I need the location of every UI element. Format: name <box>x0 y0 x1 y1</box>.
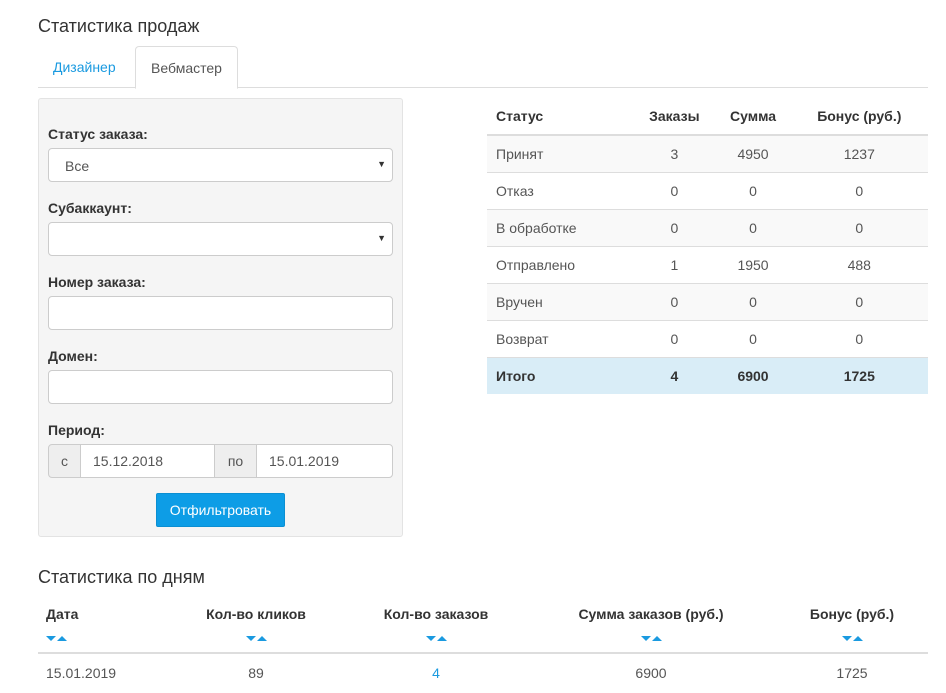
status-label: Статус заказа: <box>48 126 148 142</box>
subaccount-select[interactable]: ▼ <box>48 222 393 256</box>
table-header-row: Дата Кол-во кликов Кол-во заказов Сумма … <box>38 597 928 654</box>
days-section-title: Статистика по дням <box>38 567 205 587</box>
table-row: Отправлено 1 1950 488 <box>487 245 928 283</box>
sort-icon[interactable] <box>526 628 776 641</box>
bonus-cell: 488 <box>790 245 928 283</box>
total-orders: 4 <box>633 356 716 394</box>
status-cell: Возврат <box>487 319 634 357</box>
total-sum: 6900 <box>715 356 791 394</box>
bonus-cell: 0 <box>790 208 928 246</box>
period-label: Период: <box>48 422 105 438</box>
period-group: с 15.12.2018 по 15.01.2019 <box>48 444 393 478</box>
period-from-input[interactable]: 15.12.2018 <box>80 444 215 478</box>
orders-cell: 4 <box>346 653 526 691</box>
sort-icon[interactable] <box>776 628 928 641</box>
tab-designer[interactable]: Дизайнер <box>38 46 131 88</box>
status-cell: Отказ <box>487 171 634 209</box>
column-header-label: Бонус (руб.) <box>809 606 895 622</box>
period-to-input[interactable]: 15.01.2019 <box>256 444 393 478</box>
period-from-addon: с <box>48 444 81 478</box>
period-to-addon: по <box>214 444 257 478</box>
bonus-cell: 1237 <box>790 134 928 172</box>
bonus-cell: 0 <box>790 319 928 357</box>
column-header: Статус <box>487 98 634 136</box>
daily-stats-table: Дата Кол-во кликов Кол-во заказов Сумма … <box>38 597 928 691</box>
orders-cell: 0 <box>633 208 716 246</box>
filter-button[interactable]: Отфильтровать <box>156 493 285 527</box>
clicks-cell: 89 <box>248 664 264 681</box>
filter-panel: Статус заказа: Все ▼ Субаккаунт: ▼ Номер… <box>38 98 403 537</box>
bonus-cell: 0 <box>790 282 928 320</box>
sort-icon[interactable] <box>166 628 346 641</box>
sum-cell: 0 <box>715 171 791 209</box>
sum-cell: 0 <box>715 282 791 320</box>
orders-cell: 1 <box>633 245 716 283</box>
order-number-input[interactable] <box>48 296 393 330</box>
column-header: Сумма <box>715 98 791 136</box>
orders-cell: 0 <box>633 171 716 209</box>
subaccount-label: Субаккаунт: <box>48 200 132 216</box>
orders-cell: 3 <box>633 134 716 172</box>
status-cell: Отправлено <box>487 245 634 283</box>
total-label: Итого <box>487 356 634 394</box>
column-header-orders[interactable]: Кол-во заказов <box>346 597 526 654</box>
column-header-label: Дата <box>46 606 79 622</box>
sort-icon[interactable] <box>46 628 166 641</box>
status-cell: Вручен <box>487 282 634 320</box>
sum-cell: 0 <box>715 319 791 357</box>
column-header: Заказы <box>633 98 716 136</box>
total-bonus: 1725 <box>790 356 928 394</box>
table-row: Вручен 0 0 0 <box>487 282 928 320</box>
tab-webmaster[interactable]: Вебмастер <box>135 46 238 89</box>
column-header-order-sum[interactable]: Сумма заказов (руб.) <box>526 597 776 654</box>
chevron-down-icon: ▼ <box>377 233 386 243</box>
domain-input[interactable] <box>48 370 393 404</box>
column-header-label: Сумма заказов (руб.) <box>578 606 724 622</box>
table-row: Принят 3 4950 1237 <box>487 134 928 172</box>
table-row: 15.01.2019 89 4 6900 1725 <box>38 653 928 691</box>
orders-link[interactable]: 4 <box>432 665 440 681</box>
total-row: Итого 4 6900 1725 <box>487 356 928 394</box>
sum-cell: 4950 <box>715 134 791 172</box>
column-header-clicks[interactable]: Кол-во кликов <box>166 597 346 654</box>
page-title: Статистика продаж <box>38 16 200 36</box>
chevron-down-icon: ▼ <box>377 159 386 169</box>
bonus-cell: 0 <box>790 171 928 209</box>
status-select[interactable]: Все ▼ <box>48 148 393 182</box>
order-number-label: Номер заказа: <box>48 274 146 290</box>
table-row: В обработке 0 0 0 <box>487 208 928 246</box>
orders-cell: 0 <box>633 319 716 357</box>
status-cell: Принят <box>487 134 634 172</box>
status-cell: В обработке <box>487 208 634 246</box>
date-cell: 15.01.2019 <box>46 664 117 681</box>
table-row: Отказ 0 0 0 <box>487 171 928 209</box>
table-header-row: Статус Заказы Сумма Бонус (руб.) <box>487 98 928 136</box>
column-header-date[interactable]: Дата <box>38 597 166 654</box>
orders-cell: 0 <box>633 282 716 320</box>
sum-cell: 1950 <box>715 245 791 283</box>
order-sum-cell: 6900 <box>635 664 667 681</box>
status-summary-table: Статус Заказы Сумма Бонус (руб.) Принят … <box>487 98 928 394</box>
column-header: Бонус (руб.) <box>790 98 928 136</box>
status-select-value: Все <box>65 158 90 174</box>
column-header-bonus[interactable]: Бонус (руб.) <box>776 597 928 654</box>
domain-label: Домен: <box>48 348 98 364</box>
bonus-cell: 1725 <box>836 664 868 681</box>
sum-cell: 0 <box>715 208 791 246</box>
tab-bar: Дизайнер Вебмастер <box>38 46 928 89</box>
column-header-label: Кол-во кликов <box>206 606 306 622</box>
sort-icon[interactable] <box>346 628 526 641</box>
column-header-label: Кол-во заказов <box>383 606 489 622</box>
table-row: Возврат 0 0 0 <box>487 319 928 357</box>
